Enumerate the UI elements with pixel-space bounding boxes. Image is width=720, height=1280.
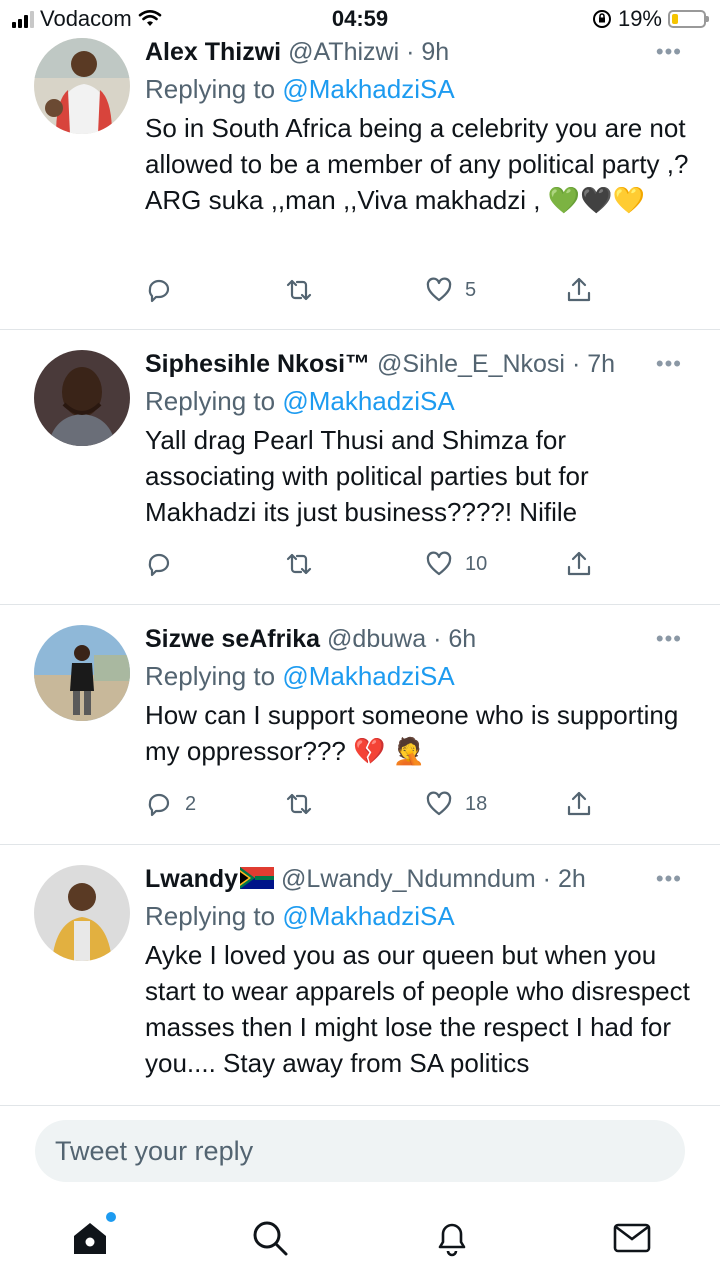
- nav-home[interactable]: [70, 1212, 116, 1258]
- share-button[interactable]: [565, 790, 593, 818]
- south-africa-flag-icon: [240, 867, 275, 889]
- tweet[interactable]: Alex Thizwi @AThizwi · 9h ••• Replying t…: [0, 0, 720, 330]
- author-name[interactable]: Alex Thizwi: [145, 38, 281, 66]
- tweet-actions: 5: [145, 276, 595, 308]
- author-name[interactable]: Siphesihle Nkosi™: [145, 350, 370, 378]
- tweet-body: Siphesihle Nkosi™ @Sihle_E_Nkosi · 7h ••…: [145, 348, 696, 530]
- tweet-emoji: 💔 🤦: [353, 736, 426, 766]
- tweet-age: · 9h: [406, 38, 450, 66]
- tweet-actions: 2 18: [145, 790, 595, 822]
- author-name[interactable]: Sizwe seAfrika: [145, 625, 320, 653]
- retweet-button[interactable]: [285, 790, 325, 818]
- tweet-text: Ayke I loved you as our queen but when y…: [145, 937, 696, 1081]
- retweet-icon: [286, 793, 312, 815]
- reply-button[interactable]: [145, 276, 185, 304]
- share-icon: [567, 551, 591, 576]
- tweet-text-body: Ayke I loved you as our queen but when y…: [145, 940, 690, 1078]
- bell-icon: [438, 1223, 466, 1257]
- share-icon: [567, 791, 591, 816]
- author-handle[interactable]: @dbuwa: [327, 625, 426, 653]
- search-icon: [253, 1221, 288, 1256]
- replying-to-mention[interactable]: @MakhadziSA: [282, 74, 454, 104]
- share-button[interactable]: [565, 550, 593, 578]
- replying-to: Replying to @MakhadziSA: [145, 659, 696, 693]
- tweet-age: · 2h: [542, 865, 586, 893]
- replying-prefix: Replying to: [145, 74, 276, 104]
- retweet-button[interactable]: [285, 550, 325, 578]
- replying-to: Replying to @MakhadziSA: [145, 899, 696, 933]
- tweet-emoji: 💚🖤💛: [547, 185, 645, 215]
- tweet-header: Siphesihle Nkosi™ @Sihle_E_Nkosi · 7h ••…: [145, 348, 696, 380]
- heart-icon: [426, 277, 452, 302]
- avatar[interactable]: [34, 625, 130, 721]
- bottom-nav: [0, 1200, 720, 1280]
- reply-input[interactable]: Tweet your reply: [35, 1120, 685, 1182]
- like-button[interactable]: 10: [425, 550, 487, 578]
- more-icon[interactable]: •••: [656, 863, 682, 895]
- tweet-age: · 6h: [433, 625, 477, 653]
- tweet[interactable]: Lwandy @Lwandy_Ndumndum · 2h ••• Replyin…: [0, 845, 720, 1105]
- reply-button[interactable]: [145, 550, 185, 578]
- more-icon[interactable]: •••: [656, 36, 682, 68]
- author-handle[interactable]: @Sihle_E_Nkosi: [377, 350, 565, 378]
- replying-prefix: Replying to: [145, 901, 276, 931]
- notification-dot: [106, 1212, 116, 1222]
- retweet-button[interactable]: [285, 276, 325, 304]
- mail-icon: [613, 1223, 651, 1253]
- reply-feed[interactable]: Alex Thizwi @AThizwi · 9h ••• Replying t…: [0, 0, 720, 1105]
- avatar[interactable]: [34, 38, 130, 134]
- reply-icon: [148, 553, 170, 577]
- tweet-actions: 10: [145, 550, 595, 582]
- tweet-header: Alex Thizwi @AThizwi · 9h •••: [145, 36, 696, 68]
- retweet-icon: [286, 553, 312, 575]
- replying-to-mention[interactable]: @MakhadziSA: [282, 386, 454, 416]
- like-button[interactable]: 18: [425, 790, 487, 818]
- reply-count: 2: [185, 792, 197, 815]
- heart-icon: [426, 791, 452, 816]
- author-handle[interactable]: @Lwandy_Ndumndum: [281, 865, 536, 893]
- reply-icon: [148, 793, 170, 817]
- home-icon: [74, 1223, 106, 1254]
- share-icon: [567, 277, 591, 302]
- like-count: 5: [465, 278, 477, 301]
- tweet-text: Yall drag Pearl Thusi and Shimza for ass…: [145, 422, 696, 530]
- replying-to: Replying to @MakhadziSA: [145, 72, 696, 106]
- tweet-header: Sizwe seAfrika @dbuwa · 6h •••: [145, 623, 696, 655]
- more-icon[interactable]: •••: [656, 623, 682, 655]
- heart-icon: [426, 551, 452, 576]
- nav-search[interactable]: [250, 1218, 290, 1258]
- reply-composer-bar: Tweet your reply: [0, 1105, 720, 1200]
- tweet-header: Lwandy @Lwandy_Ndumndum · 2h •••: [145, 863, 696, 895]
- tweet-text: So in South Africa being a celebrity you…: [145, 110, 696, 218]
- more-icon[interactable]: •••: [656, 348, 682, 380]
- author-handle[interactable]: @AThizwi: [288, 38, 399, 66]
- tweet-body: Lwandy @Lwandy_Ndumndum · 2h ••• Replyin…: [145, 863, 696, 1081]
- tweet[interactable]: Siphesihle Nkosi™ @Sihle_E_Nkosi · 7h ••…: [0, 330, 720, 605]
- reply-icon: [148, 279, 170, 303]
- tweet-text-body: Yall drag Pearl Thusi and Shimza for ass…: [145, 425, 589, 527]
- share-button[interactable]: [565, 276, 593, 304]
- replying-to-mention[interactable]: @MakhadziSA: [282, 661, 454, 691]
- retweet-icon: [286, 279, 312, 301]
- tweet-body: Alex Thizwi @AThizwi · 9h ••• Replying t…: [145, 36, 696, 218]
- replying-prefix: Replying to: [145, 386, 276, 416]
- replying-to-mention[interactable]: @MakhadziSA: [282, 901, 454, 931]
- like-count: 18: [465, 792, 488, 815]
- like-count: 10: [465, 552, 488, 575]
- reply-button[interactable]: 2: [145, 790, 196, 818]
- nav-messages[interactable]: [612, 1218, 652, 1258]
- author-name[interactable]: Lwandy: [145, 865, 238, 893]
- tweet[interactable]: Sizwe seAfrika @dbuwa · 6h ••• Replying …: [0, 605, 720, 845]
- avatar[interactable]: [34, 350, 130, 446]
- replying-prefix: Replying to: [145, 661, 276, 691]
- tweet-body: Sizwe seAfrika @dbuwa · 6h ••• Replying …: [145, 623, 696, 769]
- tweet-text: How can I support someone who is support…: [145, 697, 696, 769]
- tweet-age: · 7h: [571, 350, 616, 378]
- like-button[interactable]: 5: [425, 276, 476, 304]
- replying-to: Replying to @MakhadziSA: [145, 384, 696, 418]
- avatar[interactable]: [34, 865, 130, 961]
- nav-notifications[interactable]: [432, 1218, 472, 1258]
